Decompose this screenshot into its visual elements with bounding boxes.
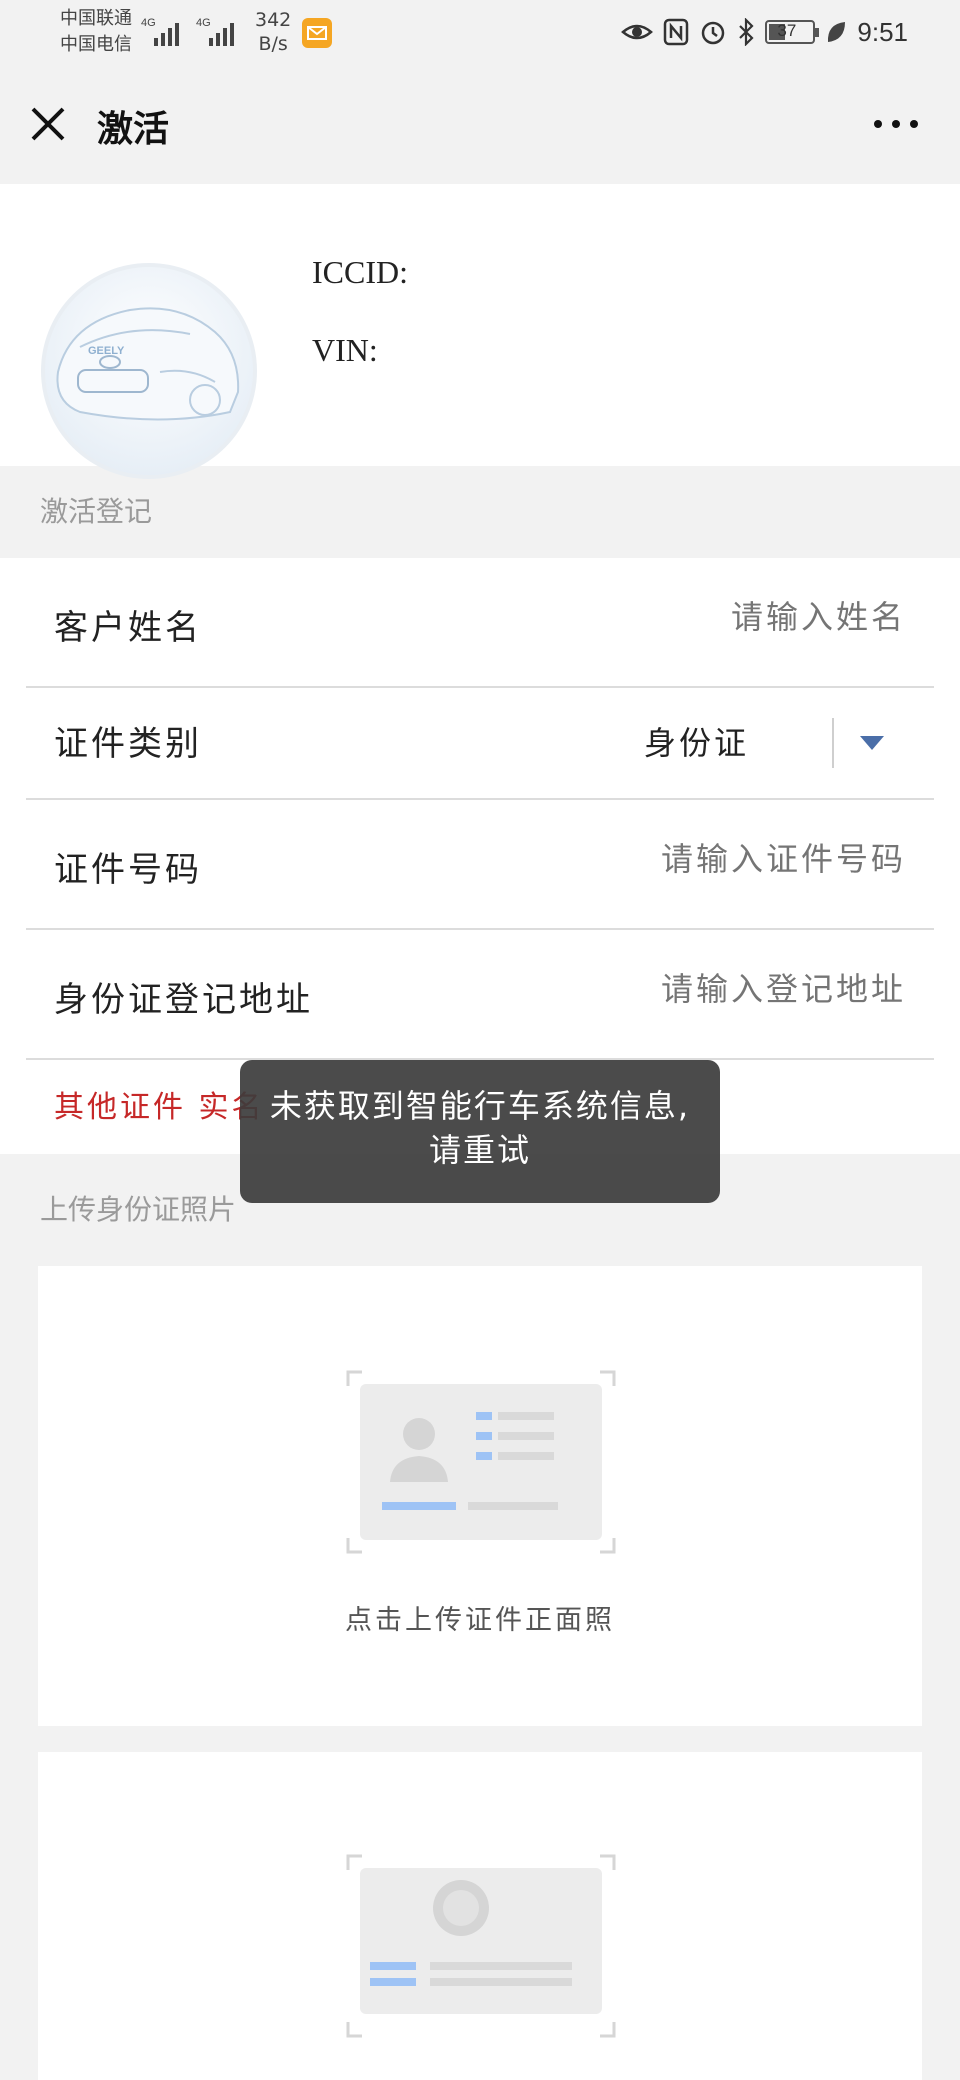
id-type-select[interactable]: 身份证 — [644, 718, 749, 764]
car-brand-text: GEELY — [88, 345, 125, 357]
speed-value: 342 — [255, 9, 292, 31]
divider — [26, 686, 934, 688]
vehicle-info-card: GEELY ICCID: VIN: — [0, 184, 960, 479]
clock: 9:51 — [857, 16, 908, 47]
vin-label: VIN: — [312, 332, 378, 368]
id-type-label: 证件类别 — [54, 724, 202, 764]
activation-section-title: 激活登记 — [40, 495, 153, 528]
battery-level: 37 — [777, 21, 797, 40]
more-icon[interactable] — [872, 116, 920, 132]
close-icon[interactable] — [26, 102, 70, 146]
speed-unit: B/s — [258, 33, 288, 55]
leaf-icon — [828, 22, 846, 42]
signal-icon-2: 4G — [196, 17, 234, 46]
network-2-label: 4G — [196, 17, 211, 29]
address-input[interactable] — [486, 970, 906, 1008]
id-card-front-icon — [346, 1370, 616, 1554]
battery-icon: 37 — [765, 20, 820, 44]
network-1-label: 4G — [141, 17, 156, 29]
upload-front-label: 点击上传证件正面照 — [345, 1605, 615, 1636]
eye-icon — [621, 24, 654, 40]
iccid-label: ICCID: — [312, 254, 408, 290]
signal-icon: 4G — [141, 17, 179, 46]
car-image: GEELY — [41, 263, 257, 479]
carrier-1: 中国联通 — [60, 8, 132, 29]
status-bar: 中国联通 中国电信 4G 4G 342 B/s 37 9:51 — [0, 0, 960, 66]
name-input[interactable] — [486, 598, 906, 636]
network-speed: 342 B/s — [255, 8, 291, 56]
carrier-names: 中国联通 中国电信 — [60, 6, 132, 58]
message-icon — [302, 18, 332, 48]
upload-section-title: 上传身份证照片 — [40, 1193, 237, 1226]
id-number-input[interactable] — [486, 840, 906, 878]
select-divider — [832, 718, 834, 768]
page-title: 激活 — [97, 109, 170, 150]
address-label: 身份证登记地址 — [54, 980, 313, 1020]
upload-back-card[interactable] — [38, 1752, 922, 2080]
bluetooth-icon — [739, 18, 754, 46]
upload-front-card[interactable]: 点击上传证件正面照 — [38, 1266, 922, 1726]
other-id-note[interactable]: 其他证件 实名 — [54, 1082, 265, 1126]
id-number-label: 证件号码 — [54, 850, 202, 890]
dropdown-caret-icon[interactable] — [860, 736, 884, 750]
divider — [26, 928, 934, 930]
nav-bar: 激活 — [0, 66, 960, 184]
carrier-2: 中国电信 — [60, 34, 132, 55]
nfc-icon — [664, 18, 689, 46]
id-card-back-icon — [346, 1854, 616, 2038]
error-toast: 未获取到智能行车系统信息,请重试 — [240, 1060, 720, 1203]
status-icons: 37 9:51 — [621, 14, 908, 50]
alarm-icon — [702, 21, 725, 45]
name-label: 客户姓名 — [54, 608, 202, 648]
divider — [26, 798, 934, 800]
